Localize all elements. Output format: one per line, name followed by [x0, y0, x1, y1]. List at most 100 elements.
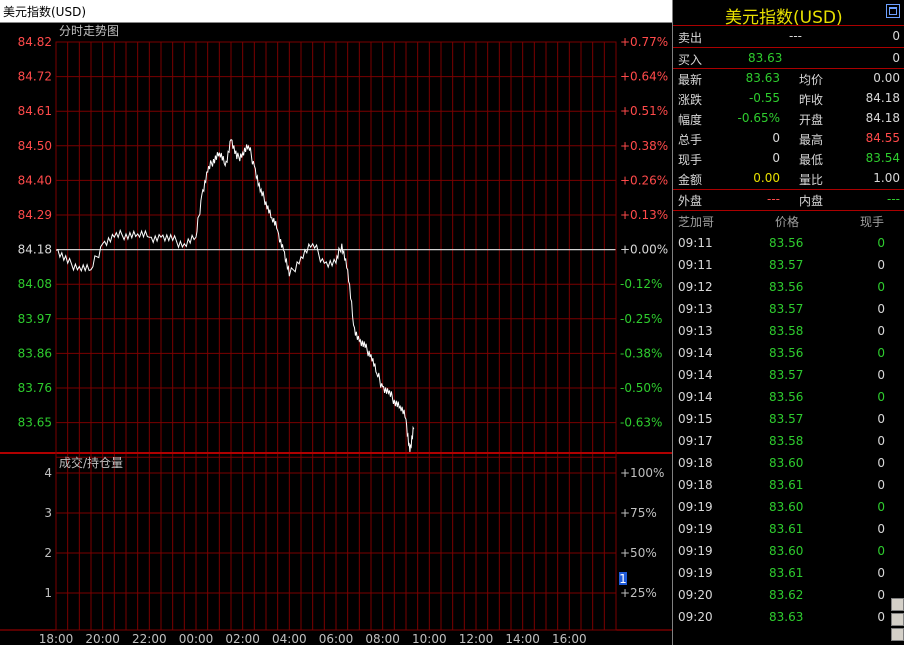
tick-qty: 0	[877, 258, 885, 272]
current-label: 现手	[678, 153, 703, 167]
time-axis-label: 06:00	[319, 632, 354, 645]
tick-row: 09:19 83.60 0	[673, 497, 904, 517]
tick-time: 09:18	[678, 478, 713, 492]
pct-axis-label: -0.38%	[620, 346, 662, 360]
tick-qty: 0	[877, 302, 885, 316]
tick-time: 09:14	[678, 368, 713, 382]
price-axis-label: 84.72	[18, 70, 52, 84]
tick-time: 09:19	[678, 500, 713, 514]
volume-pct-label: +25%	[620, 586, 657, 600]
tick-row: 09:14 83.57 0	[673, 365, 904, 385]
time-axis-label: 14:00	[505, 632, 540, 645]
total-label: 总手	[678, 133, 703, 147]
time-axis-label: 16:00	[552, 632, 587, 645]
price-axis-label: 84.29	[18, 208, 52, 222]
sell-qty: 0	[892, 29, 900, 43]
tick-price: 83.56	[769, 280, 804, 294]
volume-axis-label: 4	[44, 466, 52, 480]
intraday-chart-area[interactable]: 美元指数(USD) 分时走势图 成交/持仓量 84.82 +0.77% 84.72 +0.…	[0, 0, 672, 645]
price-axis-label: 83.86	[18, 346, 52, 360]
pct-axis-label: +0.26%	[620, 173, 668, 187]
tick-qty: 0	[877, 434, 885, 448]
ticks-price-header: 价格	[775, 215, 800, 229]
maximize-icon[interactable]	[886, 4, 900, 18]
quote-range-row: 幅度 -0.65% 开盘 84.18	[673, 108, 904, 128]
tick-row: 09:12 83.56 0	[673, 277, 904, 297]
volume-ratio-value: 1.00	[873, 171, 900, 185]
outer-value: ---	[767, 192, 780, 206]
quote-change-row: 涨跌 -0.55 昨收 84.18	[673, 88, 904, 108]
tick-time: 09:13	[678, 324, 713, 338]
quote-panel-header: 美元指数(USD)	[673, 0, 904, 28]
tick-price: 83.61	[769, 566, 804, 580]
scroll-down-button[interactable]	[891, 613, 904, 626]
prev-close-label: 昨收	[799, 93, 824, 107]
tick-price: 83.57	[769, 412, 804, 426]
quote-current-row: 现手 0 最低 83.54	[673, 148, 904, 168]
tick-time: 09:14	[678, 390, 713, 404]
scroll-thumb[interactable]	[891, 598, 904, 611]
ticks-header: 芝加哥 价格 现手	[673, 210, 904, 230]
tick-price: 83.60	[769, 456, 804, 470]
time-axis-label: 00:00	[179, 632, 214, 645]
tick-price: 83.58	[769, 324, 804, 338]
high-label: 最高	[799, 133, 824, 147]
time-axis-label: 22:00	[132, 632, 167, 645]
time-axis-label: 20:00	[85, 632, 120, 645]
tick-row: 09:19 83.61 0	[673, 519, 904, 539]
tick-row: 09:20 83.63 0	[673, 607, 904, 627]
tick-row: 09:11 83.57 0	[673, 255, 904, 275]
volume-pct-label: +50%	[620, 546, 657, 560]
tick-row: 09:14 83.56 0	[673, 343, 904, 363]
time-axis-label: 12:00	[459, 632, 494, 645]
tick-row: 09:14 83.56 0	[673, 387, 904, 407]
tick-time: 09:19	[678, 566, 713, 580]
tick-row: 09:18 83.60 0	[673, 453, 904, 473]
lower-pane-label: 成交/持仓量	[59, 455, 123, 470]
buy-price: 83.63	[748, 51, 783, 65]
inner-value: ---	[887, 192, 900, 206]
avg-value: 0.00	[873, 71, 900, 85]
avg-label: 均价	[799, 73, 824, 87]
chart-svg[interactable]: 分时走势图成交/持仓量 84.82 +0.77% 84.72 +0.64% 84.61 +0…	[0, 0, 672, 645]
tick-price: 83.56	[769, 390, 804, 404]
volume-ratio-label: 量比	[799, 173, 824, 187]
tick-qty: 0	[877, 368, 885, 382]
tick-time: 09:20	[678, 610, 713, 624]
amount-label: 金额	[678, 173, 703, 187]
tick-price: 83.57	[769, 302, 804, 316]
price-axis-label: 84.50	[18, 139, 52, 153]
tick-qty: 0	[877, 588, 885, 602]
scroll-down-end-button[interactable]	[891, 628, 904, 641]
price-axis-label: 84.40	[18, 173, 52, 187]
high-value: 84.55	[865, 131, 900, 145]
tick-price: 83.62	[769, 588, 804, 602]
prev-close-value: 84.18	[865, 91, 900, 105]
tick-row: 09:19 83.60 0	[673, 541, 904, 561]
tick-price: 83.60	[769, 500, 804, 514]
tick-price: 83.56	[769, 346, 804, 360]
pct-axis-label: -0.50%	[620, 381, 662, 395]
ticks-scrollbar[interactable]	[889, 212, 904, 645]
quote-buy-row: 买入 83.63 0	[673, 48, 904, 68]
pct-axis-label: -0.25%	[620, 312, 662, 326]
tick-row: 09:13 83.57 0	[673, 299, 904, 319]
pct-axis-label: +0.38%	[620, 139, 668, 153]
buy-qty: 0	[892, 51, 900, 65]
tick-time: 09:19	[678, 522, 713, 536]
tick-qty: 0	[877, 280, 885, 294]
tick-time: 09:15	[678, 412, 713, 426]
volume-marker-label: 1	[619, 572, 627, 586]
tick-price: 83.61	[769, 478, 804, 492]
tick-qty: 0	[877, 346, 885, 360]
sell-label: 卖出	[678, 31, 703, 45]
tick-qty: 0	[877, 324, 885, 338]
current-value: 0	[772, 151, 780, 165]
price-axis-label: 83.76	[18, 381, 52, 395]
price-axis-label: 84.18	[18, 243, 52, 257]
tick-row: 09:17 83.58 0	[673, 431, 904, 451]
tick-row: 09:19 83.61 0	[673, 563, 904, 583]
price-axis-label: 84.61	[18, 104, 52, 118]
tick-qty: 0	[877, 610, 885, 624]
open-value: 84.18	[865, 111, 900, 125]
